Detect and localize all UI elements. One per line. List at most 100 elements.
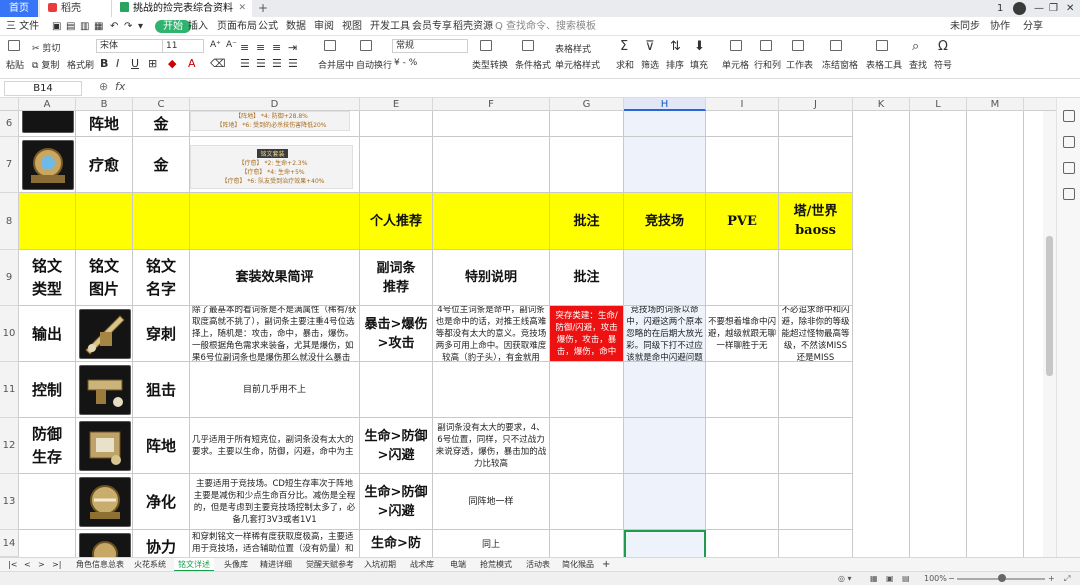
sum-icon[interactable]: Σ xyxy=(620,39,628,54)
add-sheet-button[interactable]: + xyxy=(598,558,614,572)
cell-f14[interactable]: 同上 xyxy=(433,530,550,557)
cell-a13[interactable] xyxy=(19,474,76,530)
menu-docer-resources[interactable]: 稻壳资源 xyxy=(453,17,493,36)
cell-j8[interactable]: 塔/世界baoss xyxy=(779,193,853,250)
command-search[interactable]: Q 查找命令、搜索模板 xyxy=(495,20,596,33)
filter-button[interactable]: 筛选 xyxy=(641,58,659,71)
zoom-in-button[interactable]: + xyxy=(1048,572,1055,586)
find-icon[interactable]: ⌕ xyxy=(912,39,919,54)
normal-view-icon[interactable]: ▦ xyxy=(870,572,878,586)
cell-c6[interactable]: 金 xyxy=(133,111,190,137)
column-header-m[interactable]: M xyxy=(967,98,1024,111)
cell-i6[interactable] xyxy=(706,111,779,137)
cell-f9[interactable]: 特别说明 xyxy=(433,250,550,306)
row-header-11[interactable]: 11 xyxy=(0,362,19,418)
sum-button[interactable]: 求和 xyxy=(616,58,634,71)
cell-a6[interactable] xyxy=(19,111,76,137)
table-tools-button[interactable]: 表格工具 xyxy=(866,58,902,71)
cell-e10[interactable]: 暴击>爆伤>攻击 xyxy=(360,306,433,362)
last-sheet-icon[interactable]: >| xyxy=(48,558,65,572)
sheet-tab[interactable]: 火花系统 xyxy=(130,558,170,572)
underline-button[interactable]: U xyxy=(131,57,139,70)
sheet-tab[interactable]: 觉醒天赋参考 xyxy=(302,558,358,572)
cell-i11[interactable] xyxy=(706,362,779,418)
cell-i8[interactable]: PVE xyxy=(706,193,779,250)
cond-format-button[interactable]: 条件格式 xyxy=(515,58,551,71)
sheet-tab[interactable]: 简化猴品 xyxy=(558,558,598,572)
cell-j7[interactable] xyxy=(779,137,853,193)
cell-i12[interactable] xyxy=(706,418,779,474)
column-header-j[interactable]: J xyxy=(779,98,853,111)
next-sheet-icon[interactable]: > xyxy=(34,558,49,572)
cell-c7[interactable]: 金 xyxy=(133,137,190,193)
row-header-6[interactable]: 6 xyxy=(0,111,19,137)
cell-button[interactable]: 单元格 xyxy=(722,58,749,71)
column-header-a[interactable]: A xyxy=(19,98,76,111)
row-header-12[interactable]: 12 xyxy=(0,418,19,474)
cell-a7[interactable] xyxy=(19,137,76,193)
cell-icon[interactable] xyxy=(730,40,742,52)
cell-f10[interactable]: 4号位主词条是命中，副词条也是命中的话，对推王线高难等都没有太大的意义。竞技场两… xyxy=(433,306,550,362)
symbol-icon[interactable]: Ω xyxy=(938,39,948,54)
eye-protection-icon[interactable]: ◎ ▾ xyxy=(838,572,852,586)
vertical-scrollbar[interactable] xyxy=(1043,111,1056,557)
align-center-icon[interactable]: ☰ xyxy=(256,57,266,70)
cell-g6[interactable] xyxy=(550,111,624,137)
cell-c8[interactable] xyxy=(133,193,190,250)
cell-j12[interactable] xyxy=(779,418,853,474)
freeze-icon[interactable] xyxy=(830,40,842,52)
tab-workbook[interactable]: 挑战的捡完表综合资料6.4.xlsx✕ xyxy=(112,0,252,31)
convert-icon[interactable] xyxy=(480,40,492,52)
export-icon[interactable]: ▦ xyxy=(94,17,103,36)
cell-j6[interactable] xyxy=(779,111,853,137)
type-convert-button[interactable]: 类型转换 xyxy=(472,58,508,71)
row-col-icon[interactable] xyxy=(760,40,772,52)
menu-data[interactable]: 数据 xyxy=(286,17,306,36)
cell-g11[interactable] xyxy=(550,362,624,418)
zoom-slider-knob[interactable] xyxy=(998,574,1006,582)
align-right-icon[interactable]: ☰ xyxy=(272,57,282,70)
cell-h8[interactable]: 竞技场 xyxy=(624,193,706,250)
cell-g13[interactable] xyxy=(550,474,624,530)
minimize-icon[interactable]: — xyxy=(1034,0,1044,17)
menu-member[interactable]: 会员专享 xyxy=(412,17,452,36)
properties-icon[interactable] xyxy=(1063,162,1075,174)
column-k-area[interactable] xyxy=(853,111,910,557)
row-header-8[interactable]: 8 xyxy=(0,193,19,250)
file-menu[interactable]: 三 文件 xyxy=(6,17,39,36)
print-icon[interactable]: ▤ xyxy=(66,17,75,36)
paste-icon[interactable] xyxy=(8,40,20,52)
backup-icon[interactable] xyxy=(1063,188,1075,200)
cell-a8[interactable] xyxy=(19,193,76,250)
cell-a12[interactable]: 防御生存 xyxy=(19,418,76,474)
menu-insert[interactable]: 插入 xyxy=(188,17,208,36)
cell-e14[interactable]: 生命>防 xyxy=(360,530,433,557)
column-header-f[interactable]: F xyxy=(433,98,550,111)
window-count-badge[interactable]: 1 xyxy=(997,0,1003,17)
new-tab-button[interactable]: + xyxy=(258,0,268,17)
cell-g12[interactable] xyxy=(550,418,624,474)
cell-b6[interactable]: 阵地 xyxy=(76,111,133,137)
cell-j10[interactable]: 不必追求命中和闪避，除非你的等级能超过怪物最高等级，不然该MISS还是MISS xyxy=(779,306,853,362)
column-header-e[interactable]: E xyxy=(360,98,433,111)
cell-h11[interactable] xyxy=(624,362,706,418)
tab-docer[interactable]: 稻壳 xyxy=(40,0,112,17)
font-size-select[interactable]: 11 xyxy=(162,39,204,53)
cell-j11[interactable] xyxy=(779,362,853,418)
cell-e6[interactable] xyxy=(360,111,433,137)
cell-i10[interactable]: 不要想着堆命中闪避，越级就跟无聊一样聊胜于无 xyxy=(706,306,779,362)
cell-f8[interactable] xyxy=(433,193,550,250)
cell-g7[interactable] xyxy=(550,137,624,193)
cell-b10[interactable] xyxy=(76,306,133,362)
first-sheet-icon[interactable]: |< xyxy=(4,558,21,572)
save-icon[interactable]: ▣ xyxy=(52,17,61,36)
cell-h10[interactable]: 竞技场的词条以命中，闪避这两个原本忽略的在后期大放光彩。同级下打不过应该就是命中… xyxy=(624,306,706,362)
merge-button[interactable]: 合并居中 xyxy=(318,58,354,71)
cell-d7[interactable]: 铭文套装 【疗愈】 *2: 生命+2.3% 【疗愈】 *4: 生命+5% 【疗愈… xyxy=(190,137,360,193)
column-header-i[interactable]: I xyxy=(706,98,779,111)
select-tool-icon[interactable] xyxy=(1063,110,1075,122)
tab-home[interactable]: 首页 xyxy=(0,0,38,17)
cell-a14[interactable] xyxy=(19,530,76,557)
cell-f11[interactable] xyxy=(433,362,550,418)
column-header-c[interactable]: C xyxy=(133,98,190,111)
